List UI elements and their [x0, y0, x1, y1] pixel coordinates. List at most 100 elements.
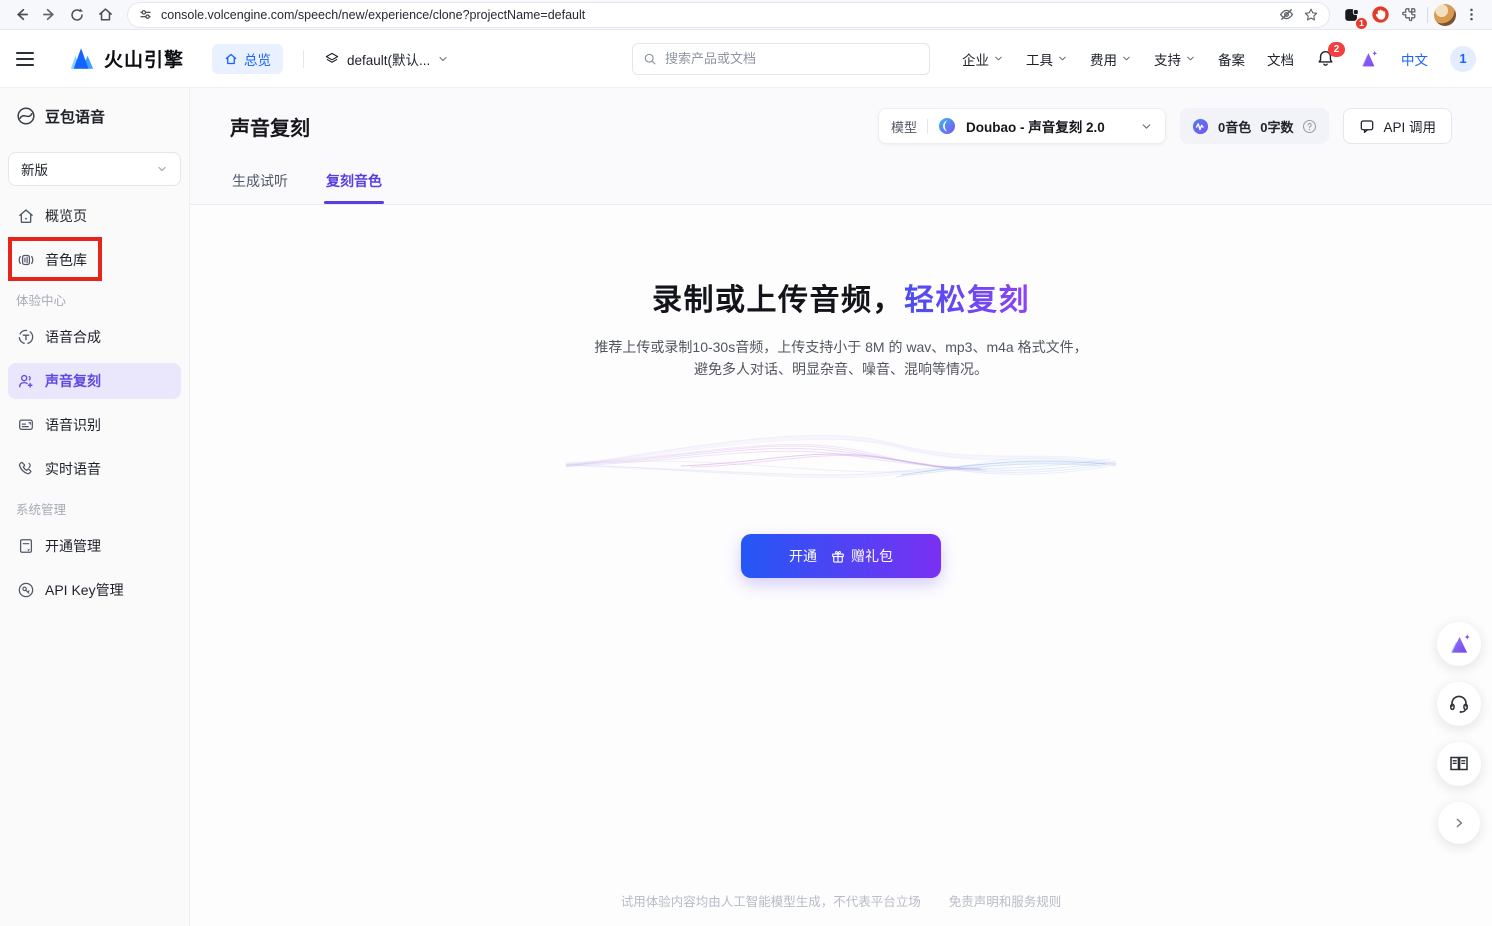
extension-icon[interactable]: 1	[1339, 2, 1365, 28]
ai-mountain-icon	[1446, 631, 1472, 657]
browser-toolbar: console.volcengine.com/speech/new/experi…	[0, 0, 1492, 30]
site-settings-icon[interactable]	[138, 7, 153, 22]
menu-enterprise[interactable]: 企业	[962, 49, 1004, 69]
version-select[interactable]: 新版	[8, 152, 181, 186]
menu-support[interactable]: 支持	[1154, 49, 1196, 69]
main-content: 声音复刻 模型 Doubao - 声音复刻 2.0	[190, 88, 1492, 926]
tab-bar: 生成试听 复刻音色	[230, 171, 1452, 204]
hero-title: 录制或上传音频，轻松复刻	[190, 275, 1492, 319]
doubao-voice-icon	[16, 106, 36, 126]
activate-button[interactable]: 开通 赠礼包	[741, 534, 941, 578]
home-icon	[17, 207, 35, 225]
phone-icon	[17, 460, 35, 478]
volcengine-logo[interactable]: 火山引擎	[68, 45, 184, 72]
notification-bell-icon[interactable]: 2	[1316, 49, 1335, 68]
chevron-down-icon	[437, 53, 449, 65]
browser-reload-button[interactable]	[64, 2, 90, 28]
sidebar-item-voice-clone[interactable]: 声音复刻	[8, 363, 181, 399]
waveform-graphic	[561, 419, 1121, 504]
version-value: 新版	[21, 159, 48, 179]
api-call-button[interactable]: API 调用	[1343, 108, 1452, 144]
address-bar[interactable]: console.volcengine.com/speech/new/experi…	[128, 3, 1329, 27]
tab-generate-audition[interactable]: 生成试听	[232, 171, 288, 204]
menu-docs[interactable]: 文档	[1267, 49, 1294, 69]
sidebar-section-experience: 体验中心	[16, 290, 173, 309]
main-header: 声音复刻 模型 Doubao - 声音复刻 2.0	[190, 88, 1492, 204]
sidebar-item-tts[interactable]: 语音合成	[8, 319, 181, 355]
console-topnav: 火山引擎 总览 default(默认... 企业 工具 费用 支持 备案 文档 …	[0, 30, 1492, 88]
search-icon	[643, 52, 657, 66]
float-collapse-button[interactable]	[1438, 802, 1480, 844]
asr-icon	[17, 416, 35, 434]
chat-icon	[1359, 118, 1375, 134]
page-footer: 试用体验内容均由人工智能模型生成，不代表平台立场免责声明和服务规则	[190, 891, 1492, 910]
float-ai-assistant-button[interactable]	[1437, 622, 1481, 666]
headset-icon	[1447, 692, 1471, 716]
account-avatar[interactable]: 1	[1450, 46, 1476, 72]
bookmark-star-icon[interactable]	[1303, 7, 1319, 23]
reading-mode-icon[interactable]	[1278, 6, 1295, 23]
help-icon[interactable]	[1302, 119, 1317, 134]
divider	[927, 119, 928, 134]
brand-name: 火山引擎	[104, 45, 184, 72]
home-icon	[224, 52, 238, 66]
page-title: 声音复刻	[230, 112, 310, 141]
adblock-icon[interactable]	[1367, 2, 1393, 28]
float-support-button[interactable]	[1437, 682, 1481, 726]
document-icon	[17, 537, 35, 555]
layers-icon	[324, 51, 340, 67]
extensions-puzzle-icon[interactable]	[1395, 2, 1421, 28]
api-call-label: API 调用	[1383, 116, 1436, 136]
hero-description: 推荐上传或录制10-30s音频，上传支持小于 8M 的 wav、mp3、m4a …	[190, 336, 1492, 381]
sidebar-section-system: 系统管理	[16, 499, 173, 518]
float-docs-button[interactable]	[1437, 742, 1481, 786]
project-switcher[interactable]: default(默认...	[324, 49, 449, 69]
key-icon	[17, 581, 35, 599]
chevron-down-icon	[993, 53, 1004, 64]
product-title: 豆包语音	[45, 106, 105, 127]
chevron-down-icon	[1140, 120, 1153, 133]
model-selector[interactable]: 模型 Doubao - 声音复刻 2.0	[878, 108, 1166, 144]
browser-profile-avatar[interactable]	[1434, 4, 1456, 26]
chevron-right-icon	[1451, 815, 1467, 831]
chevron-down-icon	[1121, 53, 1132, 64]
char-count: 0字数	[1260, 117, 1293, 136]
gift-icon	[830, 548, 846, 564]
model-value: Doubao - 声音复刻 2.0	[966, 116, 1105, 136]
sidebar-item-asr[interactable]: 语音识别	[8, 407, 181, 443]
global-search[interactable]	[632, 43, 930, 75]
sidebar-item-voice-library[interactable]: 音色库	[8, 242, 181, 278]
doubao-model-icon	[938, 117, 956, 135]
nav-divider	[303, 50, 304, 68]
quota-pill: 0音色 0字数	[1180, 108, 1329, 144]
hero-title-highlight: 轻松复刻	[904, 284, 1030, 317]
floating-buttons	[1437, 622, 1481, 844]
topnav-right: 企业 工具 费用 支持 备案 文档 2 中文 1	[962, 46, 1476, 72]
sidebar-item-activation[interactable]: 开通管理	[8, 528, 181, 564]
overview-label: 总览	[244, 49, 271, 69]
search-input[interactable]	[665, 51, 919, 66]
sidebar-item-overview[interactable]: 概览页	[8, 198, 181, 234]
ai-assistant-icon[interactable]	[1357, 48, 1379, 70]
menu-tools[interactable]: 工具	[1026, 49, 1068, 69]
toolbar-divider	[1427, 7, 1428, 23]
footer-terms-link[interactable]: 免责声明和服务规则	[949, 895, 1062, 909]
url-text: console.volcengine.com/speech/new/experi…	[161, 8, 1270, 22]
language-switch[interactable]: 中文	[1401, 49, 1428, 69]
browser-forward-button[interactable]	[36, 2, 62, 28]
chevron-down-icon	[156, 163, 168, 175]
menu-icp[interactable]: 备案	[1218, 49, 1245, 69]
browser-home-button[interactable]	[92, 2, 118, 28]
browser-back-button[interactable]	[8, 2, 34, 28]
book-icon	[1447, 752, 1471, 776]
overview-button[interactable]: 总览	[212, 44, 283, 74]
menu-hamburger-icon[interactable]	[16, 46, 42, 72]
menu-billing[interactable]: 费用	[1090, 49, 1132, 69]
sidebar-item-apikey[interactable]: API Key管理	[8, 572, 181, 608]
model-label: 模型	[891, 117, 917, 136]
sidebar: 豆包语音 新版 概览页 音色库 体验中心 语音合成 声音复刻 语音识别	[0, 88, 190, 926]
project-name: default(默认...	[347, 49, 430, 69]
browser-menu-icon[interactable]	[1458, 2, 1484, 28]
tab-clone-voice[interactable]: 复刻音色	[326, 171, 382, 204]
sidebar-item-realtime-voice[interactable]: 实时语音	[8, 451, 181, 487]
